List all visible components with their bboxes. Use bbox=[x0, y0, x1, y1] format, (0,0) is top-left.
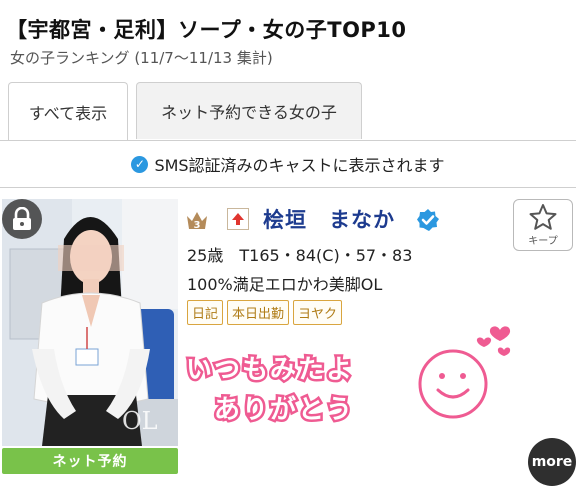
cast-catch-copy: 100%満足エロかわ美脚OL bbox=[187, 275, 383, 294]
message-line-1: いつもみたよ bbox=[186, 355, 354, 385]
tab-all[interactable]: すべて表示 bbox=[8, 82, 128, 140]
page-subtitle: 女の子ランキング (11/7〜11/13 集計) bbox=[10, 49, 273, 67]
lock-icon bbox=[2, 199, 42, 239]
star-icon bbox=[529, 204, 557, 230]
keep-label: キープ bbox=[528, 236, 558, 247]
smiley-icon bbox=[418, 349, 488, 419]
rank-up-icon bbox=[227, 208, 249, 230]
photo-overlay-text: OL bbox=[122, 407, 158, 435]
keep-button[interactable]: キープ bbox=[513, 199, 573, 251]
message-line-2: ありがとう bbox=[214, 394, 354, 425]
rank-number: 3 bbox=[194, 220, 201, 230]
tab-bar: すべて表示 ネット予約できる女の子 bbox=[0, 78, 576, 141]
cast-name[interactable]: 桧垣 まなか bbox=[263, 204, 395, 234]
crown-icon: 3 bbox=[186, 208, 208, 231]
sms-notice-text: SMS認証済みのキャストに表示されます bbox=[154, 156, 445, 175]
heart-icons bbox=[476, 326, 511, 356]
tab-net-reserve[interactable]: ネット予約できる女の子 bbox=[136, 82, 362, 139]
handwritten-message: いつもみたよ ありがとう bbox=[178, 318, 516, 436]
page-title: 【宇都宮・足利】ソープ・女の子TOP10 bbox=[6, 18, 407, 42]
net-reserve-button[interactable]: ネット予約 bbox=[2, 448, 178, 474]
more-button[interactable]: more bbox=[528, 438, 576, 486]
cast-stats: 25歳 T165・84(C)・57・83 bbox=[187, 246, 413, 265]
verified-icon bbox=[416, 208, 440, 232]
check-badge-icon: ✓ bbox=[131, 155, 149, 173]
sms-notice: ✓ SMS認証済みのキャストに表示されます bbox=[0, 141, 576, 188]
